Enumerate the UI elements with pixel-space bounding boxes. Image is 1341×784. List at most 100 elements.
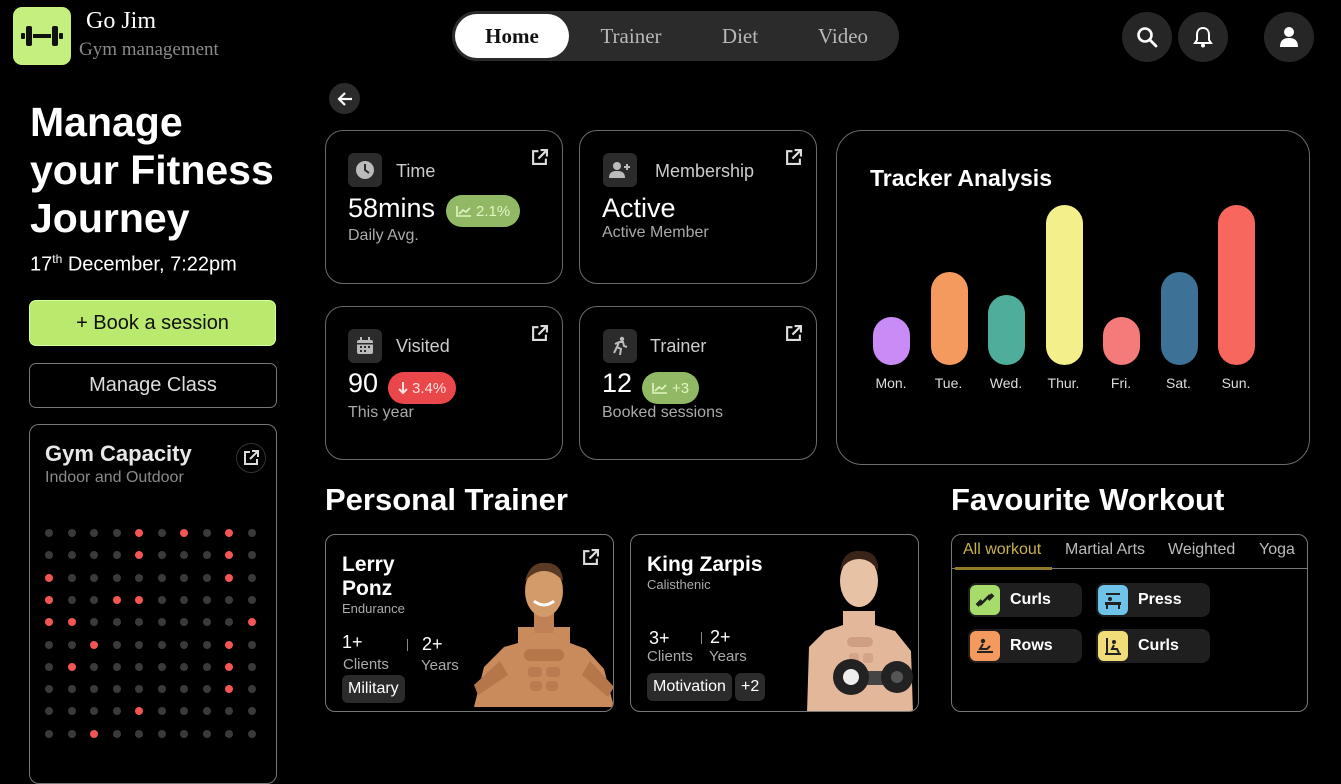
calendar-icon [348,329,382,363]
tab-all-workout[interactable]: All workout [963,541,1041,559]
capacity-dot [45,573,53,582]
open-visited-button[interactable] [531,325,548,347]
capacity-dot [202,573,211,582]
manage-class-button[interactable]: Manage Class [29,363,277,408]
capacity-dot [90,529,98,537]
tracker-bar[interactable] [988,294,1025,365]
capacity-dot [180,551,188,560]
capacity-dot [135,685,143,694]
external-link-icon [244,450,259,465]
tab-weighted[interactable]: Weighted [1168,541,1235,559]
capacity-dot [202,662,211,671]
trainer-name: Ponz [342,577,393,600]
capacity-dot [135,640,143,649]
clients-label: Clients [343,656,389,673]
stat-card-membership: Membership Active Active Member [579,130,817,284]
trainer-tag[interactable]: Military [342,675,405,703]
capacity-dot [45,662,53,671]
capacity-dot [202,640,211,649]
capacity-dot [180,529,188,537]
add-user-icon [603,153,637,187]
open-trainer-profile-button[interactable] [582,549,599,571]
tracker-bar[interactable] [1103,317,1140,365]
capacity-dot [157,685,166,694]
capacity-dot [45,707,53,716]
capacity-dot [157,595,166,604]
stat-sub: This year [348,404,414,421]
capacity-dot [225,685,233,694]
tracker-bar[interactable] [930,272,968,365]
open-time-button[interactable] [531,149,548,171]
capacity-dot [135,551,143,560]
capacity-open-button[interactable] [236,443,266,473]
workout-item[interactable]: Curls [1096,629,1210,663]
tab-martial-arts[interactable]: Martial Arts [1065,541,1145,559]
capacity-dot [90,551,98,560]
tab-yoga[interactable]: Yoga [1259,541,1295,559]
years-count: 2+ [422,634,443,654]
active-tab-indicator [955,567,1052,570]
capacity-dot [135,529,143,537]
capacity-dot [67,618,76,627]
trainer-card[interactable]: Lerry Ponz Endurance 1+ Clients 2+ Years… [325,534,614,712]
workout-label: Rows [1010,637,1053,654]
app-logo[interactable] [13,7,71,65]
favourite-workout-card: All workout Martial Arts Weighted Yoga C… [951,534,1308,712]
open-trainer-button[interactable] [785,325,802,347]
capacity-dot [90,573,98,582]
stat-card-time: Time 58mins 2.1% Daily Avg. [325,130,563,284]
capacity-dot [202,707,211,716]
open-membership-button[interactable] [785,149,802,171]
stat-label: Trainer [650,336,707,356]
trend-up-icon [652,383,667,394]
workout-label: Curls [1138,637,1179,654]
stat-value: 58mins [348,193,436,223]
stat-value: Active [602,193,676,223]
workout-item[interactable]: Curls [968,583,1082,617]
capacity-dot [202,685,211,694]
stat-value: 90 [348,368,379,398]
dumbbell-logo-icon [21,26,63,46]
capacity-dot [90,640,98,649]
trainer-card[interactable]: King Zarpis Calisthenic 3+ Clients 2+ Ye… [630,534,919,712]
capacity-dot [180,707,188,716]
more-tags-badge[interactable]: +2 [735,673,766,701]
trainer-specialty: Endurance [342,601,405,616]
capacity-dot [180,662,188,671]
tracker-day-label: Thur. [1047,375,1080,391]
stat-label: Visited [396,336,450,356]
hero-title-line: Manage [30,99,183,145]
tab-video[interactable]: Video [802,14,884,58]
trainer-tag[interactable]: Motivation [647,673,732,701]
stat-sub: Active Member [602,224,709,241]
capacity-dot [112,707,121,716]
capacity-dot [157,618,166,627]
workout-item[interactable]: Press [1096,583,1210,617]
tracker-bar[interactable] [1045,205,1083,365]
external-link-icon [532,149,548,165]
workout-item[interactable]: Rows [968,629,1082,663]
tab-diet[interactable]: Diet [702,14,778,58]
tracker-bar[interactable] [1160,272,1198,365]
search-button[interactable] [1122,12,1172,62]
capacity-dot [135,729,143,738]
gym-capacity-card: Gym Capacity Indoor and Outdoor [29,424,277,784]
profile-button[interactable] [1264,12,1314,62]
tab-trainer[interactable]: Trainer [582,14,680,58]
arrow-left-icon [336,91,352,106]
tracker-bar[interactable] [873,317,910,365]
tracker-bar[interactable] [1218,205,1255,365]
stat-sub: Booked sessions [602,404,723,421]
arrow-down-icon [398,382,408,395]
notifications-button[interactable] [1178,12,1228,62]
hero-title-line: Journey [30,195,190,241]
capacity-dot [180,729,188,738]
tab-home[interactable]: Home [455,14,569,58]
book-session-button[interactable]: + Book a session [29,300,276,346]
back-button[interactable] [329,83,360,114]
capacity-dot [112,685,121,694]
date-suffix: th [52,252,63,266]
capacity-dot [180,618,188,627]
capacity-dot [45,618,53,627]
stat-card-visited: Visited 90 3.4% This year [325,306,563,460]
